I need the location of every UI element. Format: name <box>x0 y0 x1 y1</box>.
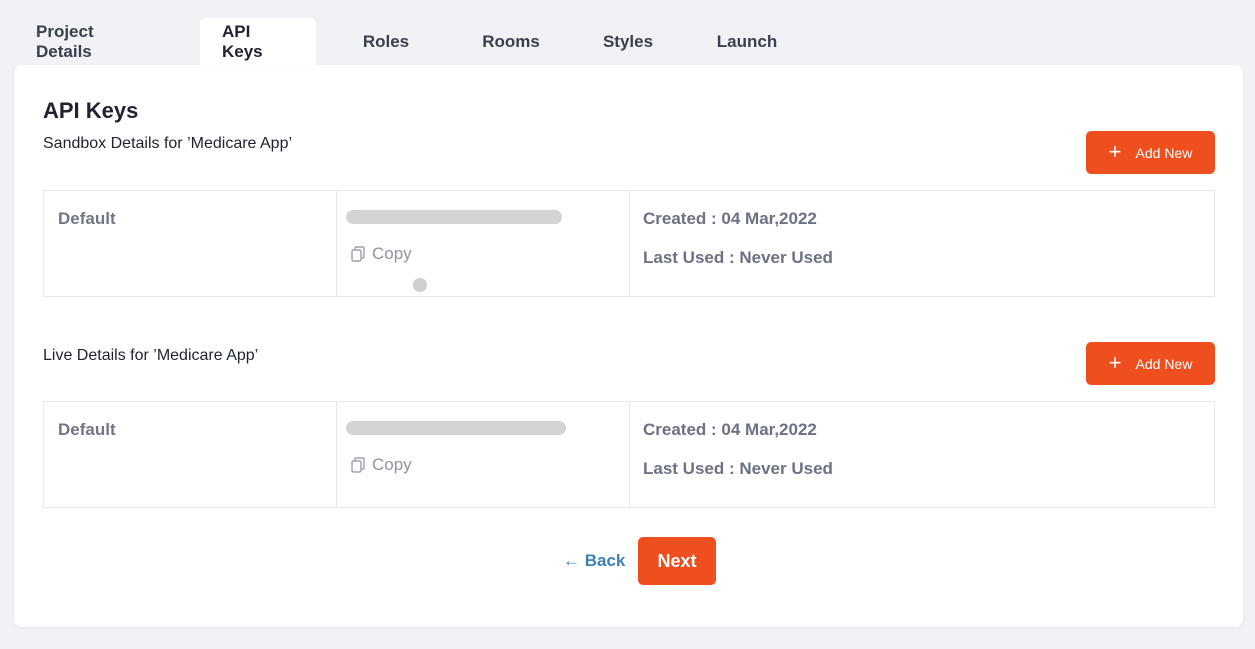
key-meta-cell: Created : 04 Mar,2022 Last Used : Never … <box>630 191 1214 296</box>
add-new-label: Add New <box>1135 144 1193 161</box>
last-used: Last Used : Never Used <box>643 459 833 478</box>
sandbox-section-label: Sandbox Details for ’Medicare App’ <box>43 135 293 152</box>
tab-bar: Project Details API Keys Roles Rooms Sty… <box>14 18 802 66</box>
key-name: Default <box>58 209 116 228</box>
created-date: Created : 04 Mar,2022 <box>643 420 817 439</box>
key-name-cell: Default <box>44 191 337 296</box>
last-used: Last Used : Never Used <box>643 248 833 267</box>
tab-launch[interactable]: Launch <box>692 18 802 66</box>
copy-icon <box>351 246 365 262</box>
key-value-cell: Copy <box>337 402 630 507</box>
created-date: Created : 04 Mar,2022 <box>643 209 817 228</box>
live-add-new-button[interactable]: + Add New <box>1086 342 1215 385</box>
sandbox-key-row: Default Copy Created : 04 Mar,2022 Last … <box>43 190 1215 297</box>
copy-label: Copy <box>372 455 412 474</box>
tab-roles[interactable]: Roles <box>336 18 436 66</box>
masked-key <box>346 421 566 435</box>
masked-key <box>346 210 562 224</box>
page-title: API Keys <box>43 98 139 123</box>
plus-icon: + <box>1108 349 1122 375</box>
api-keys-card: API Keys Sandbox Details for ’Medicare A… <box>14 65 1243 627</box>
plus-icon: + <box>1108 138 1122 164</box>
tab-api-keys[interactable]: API Keys <box>200 18 316 66</box>
live-key-row: Default Copy Created : 04 Mar,2022 Last … <box>43 401 1215 508</box>
key-meta-cell: Created : 04 Mar,2022 Last Used : Never … <box>630 402 1214 507</box>
tab-project-details[interactable]: Project Details <box>14 18 174 66</box>
tab-styles[interactable]: Styles <box>578 18 678 66</box>
next-button[interactable]: Next <box>638 537 716 585</box>
copy-label: Copy <box>372 244 412 263</box>
cursor-dot <box>413 278 427 292</box>
sandbox-add-new-button[interactable]: + Add New <box>1086 131 1215 174</box>
live-copy-button[interactable]: Copy <box>351 455 412 475</box>
key-value-cell: Copy <box>337 191 630 296</box>
tab-rooms[interactable]: Rooms <box>456 18 566 66</box>
live-section-label: Live Details for ’Medicare App’ <box>43 347 259 364</box>
add-new-label: Add New <box>1135 355 1193 372</box>
back-link[interactable]: ← Back <box>563 551 625 571</box>
key-name: Default <box>58 420 116 439</box>
sandbox-copy-button[interactable]: Copy <box>351 244 412 264</box>
key-name-cell: Default <box>44 402 337 507</box>
copy-icon <box>351 457 365 473</box>
